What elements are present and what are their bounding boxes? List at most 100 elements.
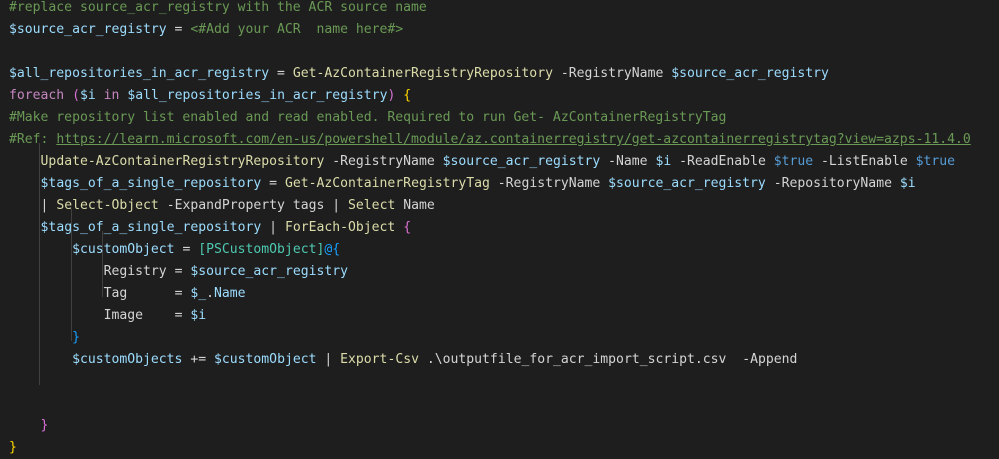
code-token-param: -RepositoryName	[765, 176, 900, 191]
code-token-variable: $all_repositories_in_acr_registry	[127, 88, 388, 103]
code-token-variable: $tags_of_a_single_repository	[40, 176, 262, 191]
code-line-2[interactable]: $source_acr_registry = <#Add your ACR na…	[9, 19, 403, 41]
code-token-operator: =	[174, 242, 199, 257]
code-token-brace-p: {	[403, 220, 412, 235]
code-token-text: Tag	[103, 286, 128, 301]
code-token-comment: <#Add your ACR name here#>	[190, 22, 404, 37]
code-token-operator: =	[143, 308, 191, 323]
code-token-param: .\outputfile_for_acr_import_script.csv -…	[418, 352, 798, 367]
code-token-variable: $source_acr_registry	[190, 264, 349, 279]
code-token-function: Select	[348, 198, 396, 213]
code-token-operator: =	[166, 264, 191, 279]
code-token-function: Get-AzContainerRegistryTag	[284, 176, 490, 191]
code-token-param: -Name	[600, 154, 656, 169]
code-token-variable: $customObjects	[72, 352, 183, 367]
code-token-brace-y: }	[9, 440, 17, 455]
code-token-variable: $source_acr_registry	[608, 176, 766, 191]
code-line-11[interactable]: $tags_of_a_single_repository | ForEach-O…	[9, 217, 412, 239]
code-token-variable: $source_acr_registry	[442, 154, 601, 169]
code-line-9[interactable]: $tags_of_a_single_repository = Get-AzCon…	[9, 173, 916, 195]
code-token-operator: |	[40, 198, 57, 213]
code-token-variable: $customObject	[214, 352, 317, 367]
code-token-comment: #Make repository list enabled and read e…	[9, 110, 727, 125]
code-token-text: Image	[103, 308, 144, 323]
code-line-14[interactable]: Tag = $_.Name	[9, 283, 246, 305]
code-line-5[interactable]: foreach ($i in $all_repositories_in_acr_…	[9, 85, 411, 107]
code-token-bool: $true	[915, 154, 956, 169]
code-line-15[interactable]: Image = $i	[9, 305, 207, 327]
code-token-keyword: in	[103, 88, 120, 103]
code-token-variable: $source_acr_registry	[671, 66, 829, 81]
code-token-variable: $source_acr_registry	[9, 22, 167, 37]
code-line-4[interactable]: $all_repositories_in_acr_registry = Get-…	[9, 63, 829, 85]
code-token-operator: =	[166, 22, 191, 37]
code-editor[interactable]: #replace source_acr_registry with the AC…	[0, 0, 999, 455]
code-token-param: -RegistryName	[324, 154, 443, 169]
code-line-17[interactable]: $customObjects += $customObject | Export…	[9, 349, 797, 371]
code-line-1[interactable]: #replace source_acr_registry with the AC…	[9, 0, 427, 19]
code-token-function: Get-AzContainerRegistryRepository	[292, 66, 553, 81]
code-token-variable: $customObject	[72, 242, 175, 257]
code-token-brace-b: @{	[324, 242, 341, 257]
code-token-function: Update-AzContainerRegistryRepository	[40, 154, 325, 169]
code-line-6[interactable]: #Make repository list enabled and read e…	[9, 107, 726, 129]
code-token-variable: $i	[899, 176, 916, 191]
code-line-21[interactable]: }	[9, 437, 17, 459]
code-line-8[interactable]: Update-AzContainerRegistryRepository -Re…	[9, 151, 956, 173]
code-token-operator: =	[269, 66, 293, 81]
code-token-param: -ReadEnable	[671, 154, 774, 169]
code-token-operator: |	[332, 198, 349, 213]
code-token-comment: #Ref:	[9, 132, 57, 147]
code-token-function: Export-Csv	[340, 352, 419, 367]
code-token-variable: $_	[190, 286, 207, 301]
code-token-param: -ListEnable	[813, 154, 916, 169]
code-token-operator: |	[316, 352, 341, 367]
code-line-20[interactable]: }	[9, 415, 49, 437]
code-token-comment: #replace source_acr_registry with the AC…	[9, 0, 427, 15]
code-line-13[interactable]: Registry = $source_acr_registry	[9, 261, 348, 283]
code-token-variable: $i	[655, 154, 672, 169]
code-token-param: -RegistryName	[489, 176, 609, 191]
code-token-brace-p: }	[40, 418, 49, 433]
code-token-operator: =	[261, 176, 285, 191]
code-token-brace-y: {	[403, 88, 412, 103]
code-token-operator: =	[127, 286, 191, 301]
code-token-brace-b: }	[72, 330, 80, 345]
code-line-16[interactable]: }	[9, 327, 80, 349]
code-token-link[interactable]: https://learn.microsoft.com/en-us/powers…	[56, 132, 970, 147]
code-token-param: -RegistryName	[552, 66, 672, 81]
code-token-variable: $i	[79, 88, 96, 103]
code-token-variable: $all_repositories_in_acr_registry	[9, 66, 270, 81]
code-token-function: ForEach-Object	[284, 220, 396, 235]
code-token-type: [PSCustomObject]	[198, 242, 325, 257]
code-token-variable: $tags_of_a_single_repository	[40, 220, 262, 235]
code-token-keyword: foreach	[9, 88, 65, 103]
code-token-param: -ExpandProperty tags	[158, 198, 333, 213]
code-line-12[interactable]: $customObject = [PSCustomObject]@{	[9, 239, 340, 261]
code-line-7[interactable]: #Ref: https://learn.microsoft.com/en-us/…	[9, 129, 971, 151]
code-token-operator: |	[261, 220, 285, 235]
code-token-variable: Name	[214, 286, 246, 301]
code-token-param: Name	[395, 198, 435, 213]
code-token-text: .	[206, 286, 215, 301]
code-token-bool: $true	[773, 154, 814, 169]
code-token-variable: $i	[190, 308, 207, 323]
code-token-text: Registry	[103, 264, 167, 279]
code-token-operator: +=	[182, 352, 214, 367]
code-token-brace-p: (	[72, 88, 80, 103]
code-token-function: Select-Object	[56, 198, 159, 213]
code-line-10[interactable]: | Select-Object -ExpandProperty tags | S…	[9, 195, 435, 217]
